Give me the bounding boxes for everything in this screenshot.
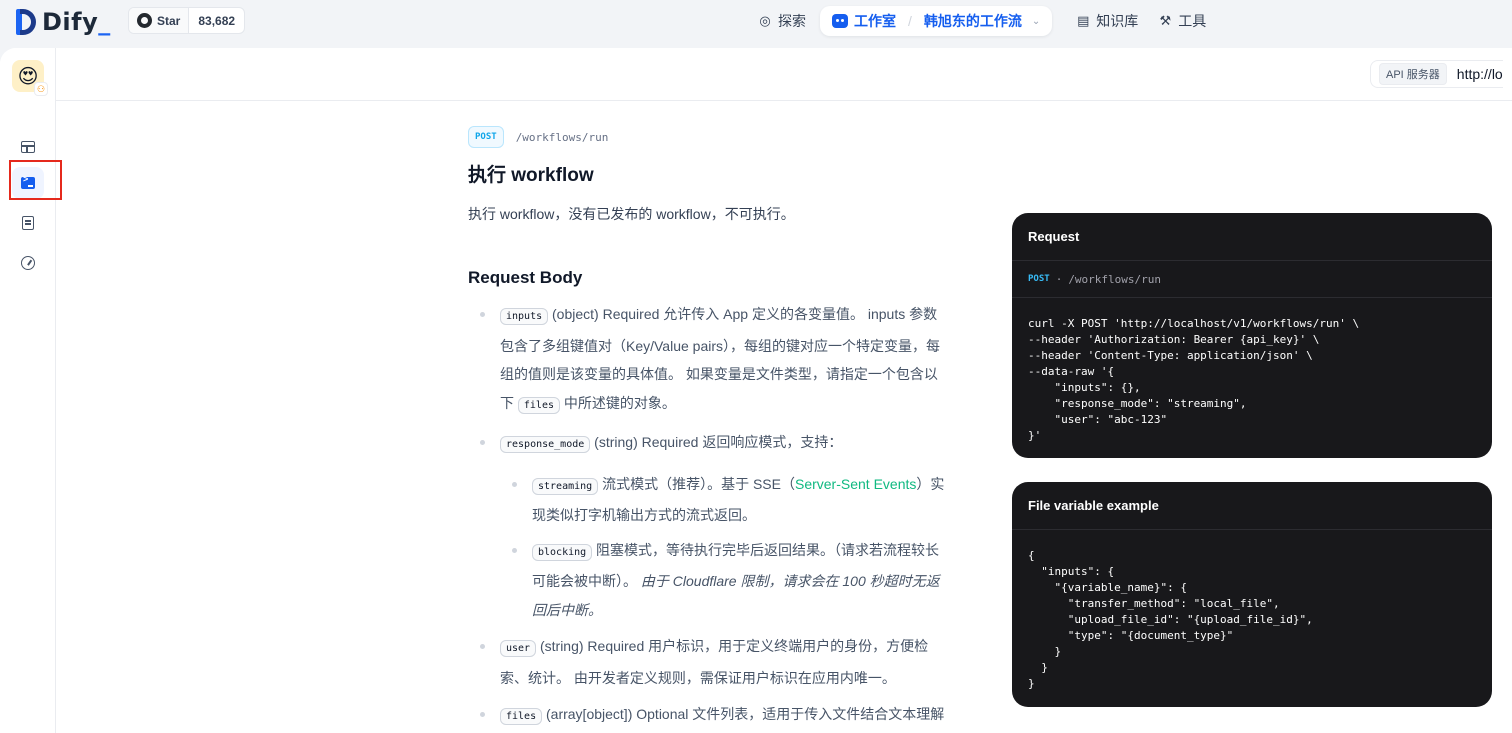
- file-list-icon: [22, 216, 34, 230]
- mode-key: streaming: [532, 477, 599, 495]
- param-user: user (string) Required 用户标识，用于定义终端用户的身份，…: [468, 632, 948, 692]
- param-key-inline: files: [517, 396, 560, 414]
- file-example-panel: File variable example { "inputs": { "{va…: [1012, 482, 1492, 707]
- book-icon: ▤: [1077, 13, 1090, 28]
- request-sep: ·: [1055, 272, 1063, 286]
- api-server-label: API 服务器: [1379, 63, 1447, 85]
- param-key: user: [500, 640, 537, 657]
- sse-link[interactable]: Server-Sent Events: [795, 476, 916, 492]
- mode-list: streaming 流式模式（推荐）。基于 SSE（Server-Sent Ev…: [500, 470, 948, 625]
- file-panel-title: File variable example: [1012, 482, 1492, 530]
- api-doc: POST /workflows/run 执行 workflow 执行 workf…: [468, 126, 948, 733]
- star-count: 83,682: [198, 13, 236, 28]
- doc-description: 执行 workflow，没有已发布的 workflow，不可执行。: [468, 206, 795, 222]
- nav-explore[interactable]: ◎ 探索: [748, 6, 816, 36]
- app-sidebar: 😍 ⚇: [0, 48, 62, 733]
- sidebar-item-monitoring[interactable]: [12, 247, 44, 279]
- sidebar-item-logs[interactable]: [12, 207, 44, 239]
- window-icon: [21, 141, 35, 153]
- sidebar-item-orchestrate[interactable]: [12, 131, 44, 163]
- dify-logo-mark: [16, 9, 36, 35]
- section-title: Request Body: [468, 268, 583, 287]
- param-key: files: [500, 708, 543, 725]
- nav-studio-label: 工作室: [854, 13, 896, 29]
- selection-highlight-box: [9, 160, 62, 200]
- logo-underscore: _: [98, 8, 111, 36]
- param-desc: (array[object]) Optional 文件列表，适用于传入文件结合文…: [545, 706, 945, 722]
- dify-logo-text: Dify: [42, 8, 99, 36]
- endpoint-path: /workflows/run: [515, 130, 609, 144]
- robot-icon: [832, 14, 848, 28]
- dify-logo[interactable]: Dify_: [16, 6, 111, 38]
- file-example-code[interactable]: { "inputs": { "{variable_name}": { "tran…: [1012, 530, 1492, 707]
- nav-explore-label: 探索: [778, 13, 806, 29]
- doc-title: 执行 workflow: [468, 165, 594, 186]
- param-files: files (array[object]) Optional 文件列表，适用于传…: [468, 700, 948, 733]
- param-inputs: inputs (object) Required 允许传入 App 定义的各变量…: [468, 300, 948, 420]
- request-panel-title: Request: [1012, 213, 1492, 261]
- nav-tools[interactable]: ⚒ 工具: [1148, 6, 1216, 36]
- nav-separator: /: [908, 13, 912, 29]
- api-server-field[interactable]: API 服务器 http://lo: [1370, 60, 1503, 88]
- github-icon: [137, 13, 152, 28]
- param-key: inputs: [500, 308, 549, 325]
- nav-knowledge[interactable]: ▤ 知识库: [1066, 6, 1148, 36]
- current-app-name[interactable]: 韩旭东的工作流: [924, 11, 1022, 31]
- param-response-mode: response_mode (string) Required 返回响应模式，支…: [468, 428, 948, 624]
- param-key: response_mode: [500, 436, 591, 453]
- star-label: Star: [157, 13, 181, 28]
- param-desc-tail: 中所述键的对象。: [560, 394, 676, 411]
- request-method: POST: [1028, 274, 1050, 284]
- request-code-panel: Request POST · /workflows/run curl -X PO…: [1012, 213, 1492, 458]
- mode-desc: 流式模式（推荐）。基于 SSE（: [598, 475, 795, 492]
- mode-key: blocking: [532, 543, 593, 561]
- nav-knowledge-label: 知识库: [1096, 13, 1139, 29]
- hammer-icon: ⚒: [1159, 13, 1172, 28]
- param-list: inputs (object) Required 允许传入 App 定义的各变量…: [468, 300, 948, 733]
- mode-blocking: blocking 阻塞模式，等待执行完毕后返回结果。（请求若流程较长可能会被中断…: [500, 536, 948, 625]
- param-desc: (string) Required 返回响应模式，支持：: [590, 434, 843, 450]
- api-header: [56, 48, 1512, 101]
- compass-icon: ◎: [759, 13, 771, 28]
- request-panel-endpoint: POST · /workflows/run: [1012, 261, 1492, 298]
- dashboard-icon: [21, 256, 35, 270]
- top-navbar: Dify_ Star 83,682 ◎ 探索 工作室 / 韩旭东的工作流 ⌄ ▤…: [0, 0, 1512, 48]
- request-path: /workflows/run: [1068, 272, 1162, 286]
- param-desc: (string) Required 用户标识，用于定义终端用户的身份，方便检索、…: [500, 638, 929, 686]
- workflow-badge-icon: ⚇: [34, 82, 48, 96]
- github-star-button[interactable]: Star 83,682: [128, 7, 246, 34]
- main-nav: ◎ 探索 工作室 / 韩旭东的工作流 ⌄ ▤ 知识库 ⚒ 工具: [748, 6, 1216, 36]
- main-panel: 😍 ⚇ API 服务器 http://lo POST /workflows/ru…: [0, 48, 1512, 733]
- method-badge: POST: [468, 126, 504, 148]
- request-code[interactable]: curl -X POST 'http://localhost/v1/workfl…: [1012, 298, 1492, 458]
- nav-tools-label: 工具: [1178, 13, 1207, 29]
- mode-streaming: streaming 流式模式（推荐）。基于 SSE（Server-Sent Ev…: [500, 470, 948, 530]
- api-server-url: http://lo: [1456, 66, 1503, 82]
- nav-studio[interactable]: 工作室 / 韩旭东的工作流 ⌄: [820, 6, 1053, 36]
- chevron-down-icon[interactable]: ⌄: [1032, 16, 1040, 27]
